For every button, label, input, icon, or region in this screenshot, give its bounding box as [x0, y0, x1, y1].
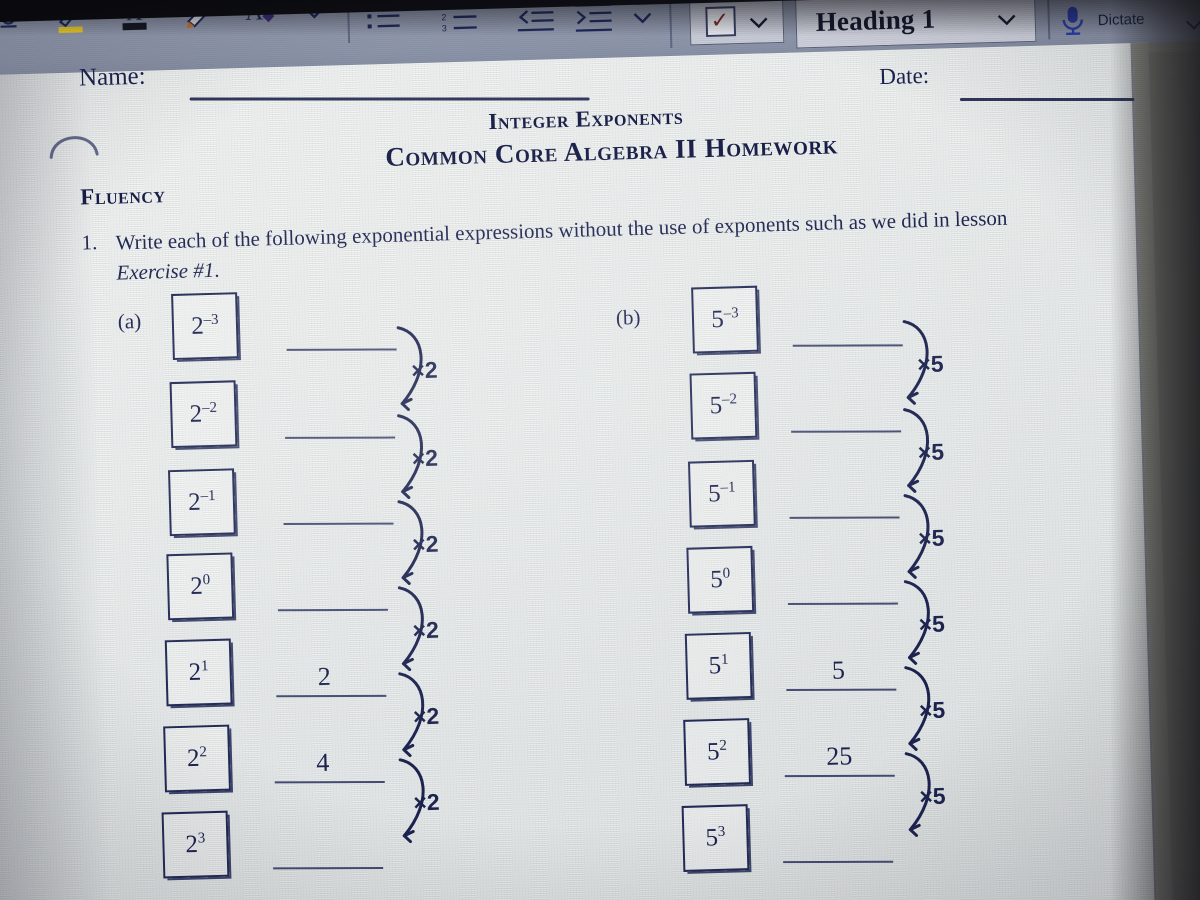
handwritten-arc-mark: [46, 122, 103, 169]
answer-line[interactable]: [784, 774, 895, 778]
answer-value: 25: [825, 741, 853, 771]
multiply-label: ×5: [917, 438, 945, 466]
multiply-label: ×2: [413, 788, 440, 816]
question-number: 1.: [81, 230, 98, 255]
answer-line[interactable]: [274, 780, 385, 784]
exponent-box: 5–2: [689, 371, 758, 440]
exponent-box: 52: [683, 718, 751, 786]
section-heading: Fluency: [79, 182, 166, 210]
answer-line[interactable]: [285, 436, 396, 439]
exponent-box: 5–1: [687, 459, 756, 528]
ribbon-divider-2: [668, 0, 673, 49]
part-b-label: (b): [615, 304, 641, 330]
answer-line[interactable]: [786, 688, 897, 692]
multiply-label: ×5: [918, 696, 946, 724]
svg-text:2: 2: [441, 12, 446, 22]
multiply-label: ×5: [917, 524, 945, 552]
monitor-bezel-right: [1110, 0, 1200, 900]
multiply-label: ×2: [411, 530, 439, 558]
part-a-label: (a): [117, 308, 142, 334]
ribbon-divider-3: [1047, 0, 1051, 40]
paragraph-overflow-chevron-icon[interactable]: [629, 4, 656, 31]
answer-line[interactable]: [273, 867, 384, 870]
checkbox-dropdown-chevron-icon[interactable]: [745, 9, 772, 36]
answer-line[interactable]: [792, 344, 903, 347]
screen-photo: A A: [0, 0, 1200, 900]
multiply-label: ×5: [919, 782, 946, 810]
question-text-tail: .: [213, 257, 220, 282]
answer-line[interactable]: [783, 860, 894, 864]
answer-line[interactable]: [286, 348, 397, 351]
answer-line[interactable]: [791, 430, 902, 433]
answer-value: 4: [315, 747, 330, 778]
exponent-box: 20: [166, 552, 235, 621]
answer-line[interactable]: [276, 694, 387, 698]
answer-line[interactable]: [787, 602, 898, 605]
worksheet-title-line1: Integer Exponents: [488, 103, 684, 135]
exponent-box: 51: [684, 631, 753, 700]
document-page: Name: Date: Integer Exponents Common Cor…: [0, 42, 1174, 900]
date-label: Date:: [878, 62, 930, 90]
answer-line[interactable]: [789, 516, 900, 519]
multiply-label: ×2: [410, 356, 438, 384]
exponent-box: 50: [686, 545, 755, 614]
exponent-box: 5–3: [691, 285, 759, 354]
style-dropdown-value: Heading 1: [815, 3, 936, 37]
answer-value: 2: [317, 661, 332, 692]
svg-text:3: 3: [442, 23, 447, 33]
multiply-label: ×2: [412, 616, 440, 644]
exponent-box: 21: [164, 638, 233, 707]
multiply-label: ×5: [916, 350, 944, 378]
question-text-italic: Exercise #1: [116, 257, 215, 285]
style-dropdown-chevron-icon[interactable]: [993, 6, 1020, 33]
monitor-screen: A A: [0, 0, 1200, 900]
exponent-box: 22: [163, 724, 231, 793]
name-label: Name:: [78, 62, 147, 92]
question-text: Write each of the following exponential …: [115, 199, 1126, 287]
check-mark-glyph: ✓: [710, 7, 730, 33]
checkbox-content-control-icon[interactable]: ✓: [705, 6, 737, 38]
exponent-box: 23: [161, 810, 230, 879]
dictate-microphone-icon[interactable]: [1055, 2, 1090, 39]
answer-line[interactable]: [277, 608, 388, 612]
name-input-rule[interactable]: [189, 97, 590, 101]
exponent-box: 2–1: [168, 468, 236, 537]
date-input-rule[interactable]: [959, 97, 1135, 101]
exponent-box: 53: [681, 804, 750, 872]
answer-value: 5: [831, 655, 846, 685]
question-text-main: Write each of the following exponential …: [115, 205, 1008, 255]
answer-line[interactable]: [283, 522, 394, 525]
multiply-label: ×2: [411, 444, 439, 472]
exponent-box: 2–2: [169, 380, 238, 449]
multiply-label: ×5: [918, 610, 946, 638]
worksheet-title-line2: Common Core Algebra II Homework: [384, 129, 839, 173]
exponent-box: 2–3: [171, 292, 239, 361]
multiply-label: ×2: [412, 702, 440, 730]
